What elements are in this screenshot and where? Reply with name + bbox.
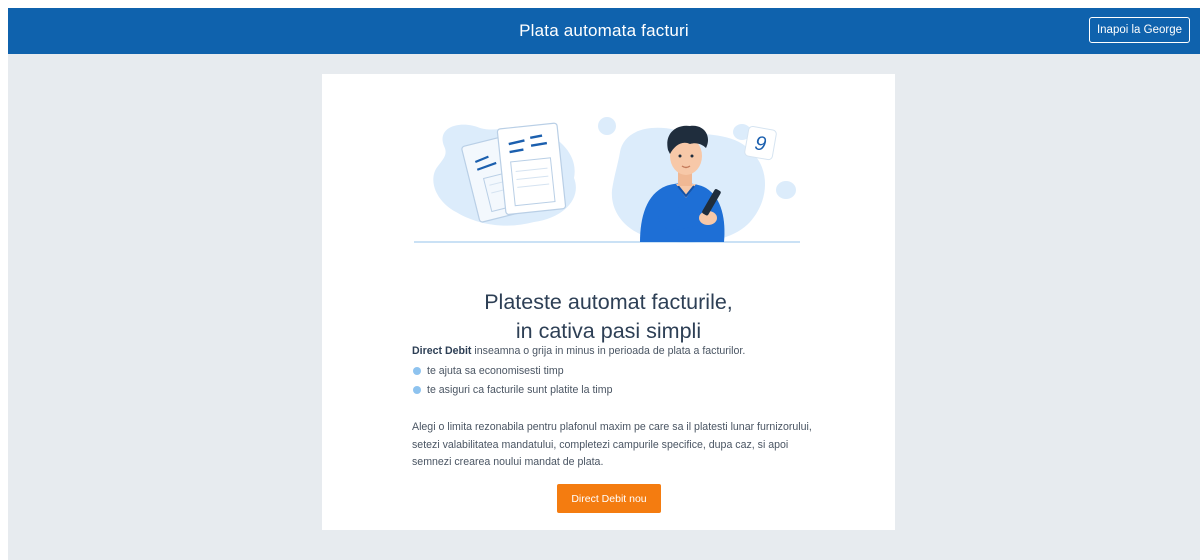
benefits-list: te ajuta sa economisesti timp te asiguri…: [412, 363, 812, 401]
headline-line-1: Plateste automat facturile,: [484, 290, 733, 314]
page-title: Plata automata facturi: [519, 21, 689, 40]
intro-strong: Direct Debit: [412, 345, 472, 357]
back-to-george-button[interactable]: Inapoi la George: [1088, 17, 1190, 43]
content-text: Direct Debit inseamna o grija in minus i…: [412, 344, 812, 472]
content-card: 9 Plateste automat facturile, in cativa …: [322, 74, 895, 530]
invoice-document-icon: [496, 122, 567, 216]
benefit-text: te asiguri ca facturile sunt platite la …: [427, 384, 613, 396]
page-background: Plata automata facturi Inapoi la George: [8, 8, 1200, 560]
description-paragraph: Alegi o limita rezonabila pentru plafonu…: [412, 421, 812, 468]
man-with-phone-illustration: 9: [414, 117, 800, 243]
intro-paragraph: Direct Debit inseamna o grija in minus i…: [412, 344, 812, 358]
headline: Plateste automat facturile, in cativa pa…: [322, 288, 895, 346]
intro-text: inseamna o grija in minus in perioada de…: [471, 345, 746, 357]
new-direct-debit-button[interactable]: Direct Debit nou: [557, 484, 661, 513]
headline-line-2: in cativa pasi simpli: [515, 319, 702, 343]
notification-badge-icon: 9: [744, 125, 777, 161]
decor-blob: [776, 181, 796, 199]
decor-circle: [445, 129, 463, 147]
decor-circle: [598, 117, 616, 135]
bullet-dot-icon: [413, 386, 421, 394]
benefit-item: te ajuta sa economisesti timp: [412, 363, 812, 382]
benefit-item: te asiguri ca facturile sunt platite la …: [412, 382, 812, 401]
bullet-dot-icon: [413, 367, 421, 375]
top-bar: Plata automata facturi Inapoi la George: [8, 8, 1200, 54]
benefit-text: te ajuta sa economisesti timp: [427, 365, 564, 377]
